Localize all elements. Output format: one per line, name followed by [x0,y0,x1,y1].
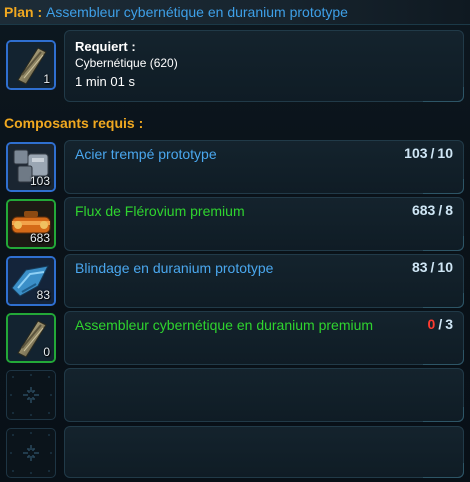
component-name: Flux de Flérovium premium [75,203,245,219]
requires-label: Requiert : [75,39,136,54]
component-row: Blindage en duranium prototype 83/10 [64,254,464,308]
count-separator: / [430,259,435,275]
component-count: 103/10 [404,145,453,161]
empty-component-slot [6,428,56,478]
component-have: 683 [411,202,436,218]
component-icon-slot[interactable]: 0 [6,313,56,363]
component-icon-slot[interactable]: 103 [6,142,56,192]
component-name: Acier trempé prototype [75,146,217,162]
component-count: 83/10 [412,259,453,275]
tooltip-header: Plan : Assembleur cybernétique en durani… [0,0,470,25]
component-quantity: 683 [29,231,50,245]
count-separator: / [430,145,435,161]
component-need: 3 [445,316,453,332]
component-quantity: 0 [43,345,50,359]
component-row: Assembleur cybernétique en duranium prem… [64,311,464,365]
component-quantity: 103 [29,174,50,188]
component-icon-slot[interactable]: 683 [6,199,56,249]
component-count: 0/3 [428,316,453,332]
component-quantity: 83 [36,288,50,302]
component-have: 103 [404,145,428,161]
required-skill: Cybernétique (620) [75,56,178,70]
empty-component-slot [6,370,56,420]
component-icon-slot[interactable]: 83 [6,256,56,306]
components-section-label: Composants requis : [4,115,144,131]
schematic-title: Assembleur cybernétique en duranium prot… [46,4,348,20]
empty-component-row [64,426,464,478]
craft-time: 1 min 01 s [75,74,135,89]
empty-component-row [64,368,464,422]
schematic-quantity: 1 [43,72,50,86]
count-separator: / [438,316,443,332]
count-separator: / [438,202,443,218]
crafting-tooltip: Plan : Assembleur cybernétique en durani… [0,0,470,482]
component-name: Assembleur cybernétique en duranium prem… [75,317,374,333]
component-name: Blindage en duranium prototype [75,260,274,276]
plan-prefix: Plan : [4,4,43,20]
component-need: 10 [437,145,453,161]
component-need: 10 [437,259,453,275]
requirements-panel: Requiert : Cybernétique (620) 1 min 01 s [64,30,464,102]
component-have: 83 [411,259,428,275]
component-row: Flux de Flérovium premium 683/8 [64,197,464,251]
component-count: 683/8 [412,202,453,218]
empty-slot-crosshair-icon [10,374,52,416]
component-row: Acier trempé prototype 103/10 [64,140,464,194]
schematic-icon-slot[interactable]: 1 [6,40,56,90]
component-need: 8 [445,202,453,218]
empty-slot-crosshair-icon [10,432,52,474]
